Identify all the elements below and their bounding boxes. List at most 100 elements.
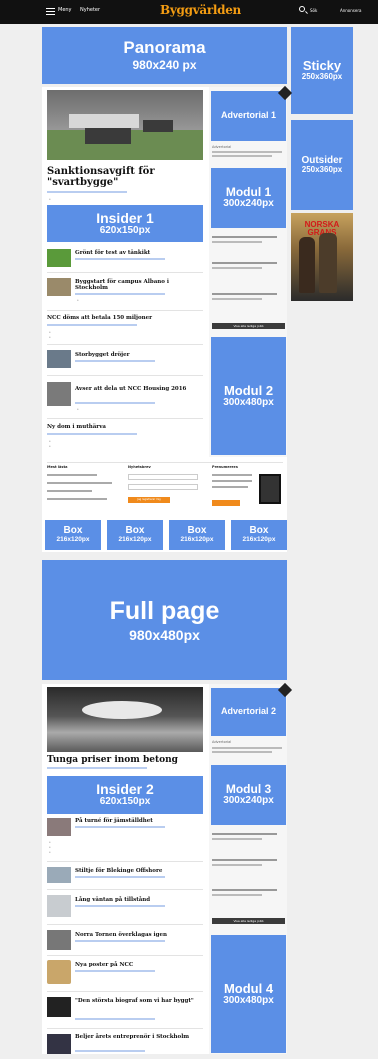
job-listing[interactable] bbox=[212, 262, 277, 264]
search-icon[interactable] bbox=[299, 6, 305, 12]
divider bbox=[47, 924, 203, 925]
main-headline[interactable]: Sanktionsavgift för "svartbygge" bbox=[47, 166, 197, 188]
hamburger-menu-icon[interactable] bbox=[46, 8, 55, 15]
article-thumbnail[interactable] bbox=[47, 960, 71, 984]
hero-image[interactable] bbox=[47, 90, 203, 160]
advertise-link[interactable]: Annonsera bbox=[340, 8, 361, 13]
job-listing[interactable] bbox=[212, 864, 262, 866]
article-title[interactable]: Stiltje för Blekinge Offshore bbox=[75, 868, 203, 874]
related-link[interactable] bbox=[49, 197, 129, 200]
related-link[interactable] bbox=[49, 444, 109, 447]
most-read-link[interactable] bbox=[47, 482, 112, 484]
search-link[interactable]: Sök bbox=[310, 8, 317, 13]
modul3-size: 300x240px bbox=[223, 795, 274, 807]
related-link[interactable] bbox=[77, 407, 127, 410]
job-listing[interactable] bbox=[212, 889, 277, 891]
top-navigation-bar: Meny Nyheter Byggvärlden Sök Annonsera bbox=[0, 0, 378, 24]
divider bbox=[47, 375, 203, 376]
article-title[interactable]: Ny dom i muthärva bbox=[47, 424, 203, 430]
insider2-size: 620x150px bbox=[99, 796, 151, 808]
job-listing[interactable] bbox=[212, 236, 277, 238]
modul3-ad-slot: Modul 3 300x240px bbox=[211, 765, 286, 825]
newsletter-signup-button[interactable]: Jag registrerar mig bbox=[128, 497, 170, 503]
all-jobs-button[interactable]: Visa alla lediga jobb bbox=[212, 918, 285, 924]
all-jobs-button[interactable]: Visa alla lediga jobb bbox=[212, 323, 285, 329]
article-thumbnail[interactable] bbox=[47, 895, 71, 917]
panorama-size: 980x240 px bbox=[132, 58, 197, 73]
panorama-ad-slot: Panorama 980x240 px bbox=[42, 27, 287, 84]
article-thumbnail[interactable] bbox=[47, 867, 71, 883]
menu-link[interactable]: Meny bbox=[58, 7, 72, 13]
main-headline[interactable]: Tunga priser inom betong bbox=[47, 755, 203, 766]
article-meta bbox=[75, 360, 155, 362]
divider bbox=[47, 344, 203, 345]
article-meta bbox=[75, 293, 165, 295]
modul2-size: 300x480px bbox=[223, 396, 274, 408]
article-meta bbox=[47, 324, 137, 326]
related-link[interactable] bbox=[49, 845, 94, 848]
related-link[interactable] bbox=[49, 335, 129, 338]
related-link[interactable] bbox=[49, 330, 119, 333]
movie-poster-image[interactable]: NORSKA GRANS bbox=[291, 213, 353, 301]
article-thumbnail[interactable] bbox=[47, 249, 71, 267]
article-thumbnail[interactable] bbox=[47, 930, 71, 950]
article-thumbnail[interactable] bbox=[47, 382, 71, 406]
article-title[interactable]: Beljer årets entreprenör i Stockholm bbox=[75, 1034, 203, 1040]
modul2-label: Modul 2 bbox=[223, 382, 274, 398]
related-link[interactable] bbox=[49, 840, 109, 843]
job-listing[interactable] bbox=[212, 267, 262, 269]
article-meta bbox=[75, 970, 155, 972]
article-title[interactable]: På turné för jämställdhet bbox=[75, 818, 203, 824]
article-title[interactable]: Avser att dela ut NCC Housing 2016 bbox=[75, 386, 203, 392]
most-read-link[interactable] bbox=[47, 490, 92, 492]
job-listing[interactable] bbox=[212, 833, 277, 835]
advertorial-text bbox=[212, 751, 272, 753]
article-title[interactable]: Byggstart för campus Albano i Stockholm bbox=[75, 279, 203, 291]
fullpage-ad-slot: Full page 980x480px bbox=[42, 560, 287, 680]
job-listing[interactable] bbox=[212, 293, 277, 295]
article-title[interactable]: "Den största biograf som vi har byggt" bbox=[75, 998, 203, 1004]
article-meta bbox=[75, 905, 165, 907]
job-listing[interactable] bbox=[212, 241, 262, 243]
advertorial-text bbox=[212, 151, 282, 153]
job-listing[interactable] bbox=[212, 298, 262, 300]
box-size: 216x120px bbox=[118, 535, 152, 543]
article-thumbnail[interactable] bbox=[47, 818, 71, 836]
article-thumbnail[interactable] bbox=[47, 350, 71, 368]
advertorial1-ad-slot: Advertorial 1 bbox=[211, 91, 286, 141]
article-title[interactable]: Grönt för test av tänkikt bbox=[75, 250, 203, 256]
related-link[interactable] bbox=[49, 439, 119, 442]
subscribe-text bbox=[212, 474, 252, 476]
most-read-link[interactable] bbox=[47, 498, 107, 500]
article-title[interactable]: Storbygget dröjer bbox=[75, 352, 203, 358]
job-listing[interactable] bbox=[212, 859, 277, 861]
divider bbox=[47, 889, 203, 890]
related-link[interactable] bbox=[49, 850, 109, 853]
news-link[interactable]: Nyheter bbox=[80, 7, 100, 13]
article-title[interactable]: NCC döms att betala 150 miljoner bbox=[47, 315, 203, 321]
newsletter-email-input[interactable] bbox=[128, 474, 198, 480]
article-title[interactable]: Lång väntan på tillstånd bbox=[75, 897, 203, 903]
job-listing[interactable] bbox=[212, 894, 262, 896]
divider bbox=[47, 462, 283, 463]
hero-image[interactable] bbox=[47, 687, 203, 752]
article-title[interactable]: Nya poster på NCC bbox=[75, 962, 203, 968]
divider bbox=[47, 418, 203, 419]
article-thumbnail[interactable] bbox=[47, 278, 71, 296]
related-link[interactable] bbox=[77, 298, 147, 301]
article-thumbnail[interactable] bbox=[47, 997, 71, 1017]
advertorial-label: Advertorial bbox=[212, 740, 232, 744]
magazine-cover-image[interactable] bbox=[259, 474, 281, 504]
article-thumbnail[interactable] bbox=[47, 1034, 71, 1054]
subscribe-button[interactable] bbox=[212, 500, 240, 506]
newsletter-title: Nyhetsbrev bbox=[128, 465, 151, 469]
job-listing[interactable] bbox=[212, 838, 262, 840]
newsletter-name-input[interactable] bbox=[128, 484, 198, 490]
insider1-size: 620x150px bbox=[99, 224, 151, 236]
article-title[interactable]: Norra Tornen överklagas igen bbox=[75, 932, 203, 938]
site-logo[interactable]: Byggvärlden bbox=[160, 3, 241, 17]
divider bbox=[47, 991, 203, 992]
divider bbox=[47, 955, 203, 956]
most-read-link[interactable] bbox=[47, 474, 97, 476]
article-meta bbox=[75, 402, 155, 404]
